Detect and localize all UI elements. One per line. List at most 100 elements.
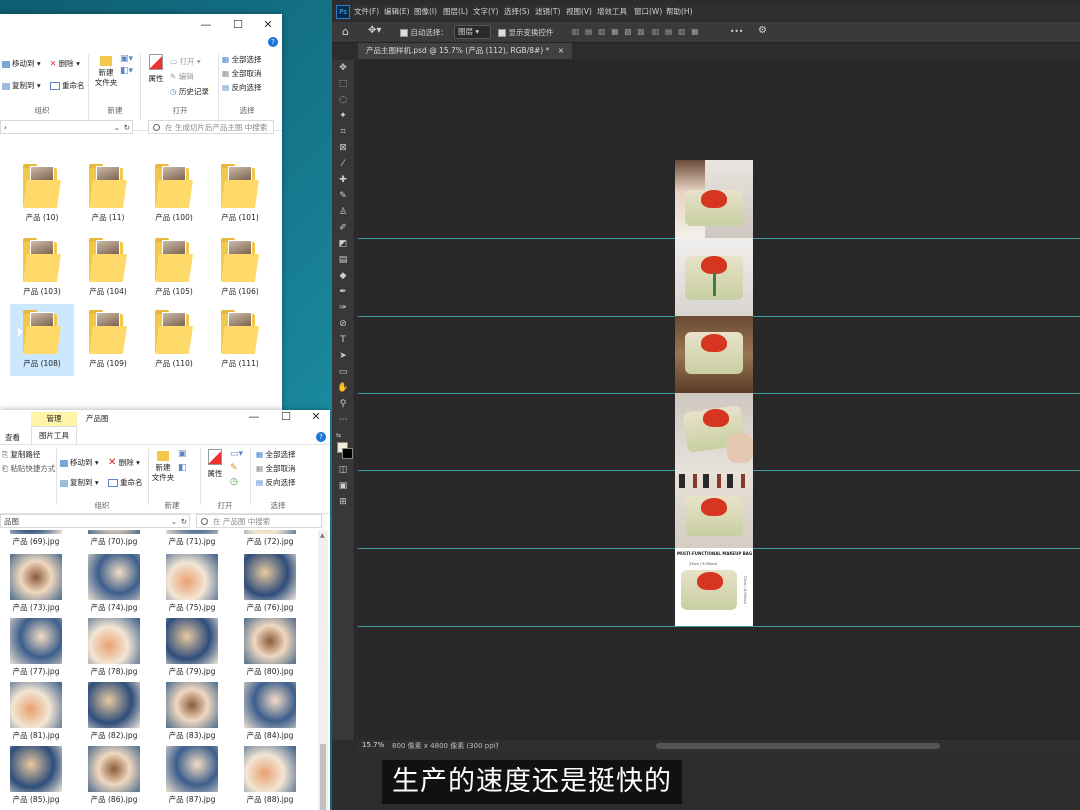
minimize-button[interactable]: — bbox=[238, 410, 270, 428]
show-transform-checkbox[interactable]: 显示变换控件 bbox=[498, 27, 553, 38]
copy-to-button[interactable]: 复制到 ▾ bbox=[2, 80, 41, 91]
folder-item[interactable]: 产品 (104) bbox=[76, 232, 140, 304]
history-icon[interactable]: ◷ bbox=[230, 477, 238, 487]
image-thumbnail[interactable]: 产品 (87).jpg bbox=[160, 744, 224, 808]
image-thumbnail[interactable]: 产品 (88).jpg bbox=[238, 744, 302, 808]
menu-edit[interactable]: 编辑(E) bbox=[384, 6, 410, 17]
move-tool-icon[interactable]: ✥▾ bbox=[368, 25, 381, 36]
menu-view[interactable]: 视图(V) bbox=[566, 6, 592, 17]
screen-mode-icon[interactable]: ▣ bbox=[337, 480, 349, 492]
image-thumbnail[interactable]: 产品 (85).jpg bbox=[4, 744, 68, 808]
hand-tool-icon[interactable]: ✋ bbox=[337, 382, 349, 394]
home-icon[interactable]: ⌂ bbox=[342, 25, 349, 38]
image-thumbnail[interactable]: 产品 (76).jpg bbox=[238, 552, 302, 616]
magic-wand-tool-icon[interactable]: ✦ bbox=[337, 110, 349, 122]
align-icons[interactable]: ▥▤▥▦▧▨ bbox=[572, 27, 651, 36]
menu-plugins[interactable]: 增效工具 bbox=[597, 6, 627, 17]
select-all-button[interactable]: ▦ 全部选择 bbox=[222, 54, 261, 65]
pen-alt-icon[interactable]: ⊘ bbox=[337, 318, 349, 330]
easy-access-icon[interactable]: ◧ bbox=[178, 463, 187, 473]
search-box[interactable]: 在 生成切片后产品主图 中搜索 bbox=[148, 120, 274, 134]
image-thumbnail[interactable]: 产品 (75).jpg bbox=[160, 552, 224, 616]
history-brush-icon[interactable]: ✐ bbox=[337, 222, 349, 234]
new-item-icon[interactable]: ▣▾ bbox=[120, 54, 133, 64]
close-button[interactable]: ✕ bbox=[300, 410, 330, 428]
pen-tool-icon[interactable]: ✑ bbox=[337, 302, 349, 314]
paste-shortcut-button[interactable]: ⎗ 粘贴快捷方式 bbox=[2, 463, 55, 474]
more-tools-icon[interactable]: ⋯ bbox=[337, 414, 349, 426]
menu-filter[interactable]: 滤镜(T) bbox=[535, 6, 560, 17]
help-icon[interactable]: ? bbox=[316, 432, 326, 442]
image-thumbnail[interactable]: 产品 (78).jpg bbox=[82, 616, 146, 680]
scrollbar-thumb[interactable] bbox=[320, 744, 326, 810]
folder-item[interactable]: 产品 (100) bbox=[142, 158, 206, 230]
image-thumbnail[interactable]: 产品 (69).jpg bbox=[4, 530, 68, 550]
image-thumbnail[interactable]: 产品 (81).jpg bbox=[4, 680, 68, 744]
move-to-button[interactable]: 移动到 ▾ bbox=[60, 457, 99, 468]
document-tab[interactable]: 产品主图样机.psd @ 15.7% (产品 (112), RGB/8#) * … bbox=[358, 43, 573, 59]
folder-item[interactable]: 产品 (109) bbox=[76, 304, 140, 376]
image-thumbnail[interactable]: 产品 (77).jpg bbox=[4, 616, 68, 680]
background-color-swatch[interactable] bbox=[342, 448, 353, 459]
path-select-icon[interactable]: ➤ bbox=[337, 350, 349, 362]
menu-select[interactable]: 选择(S) bbox=[504, 6, 530, 17]
menu-type[interactable]: 文字(Y) bbox=[473, 6, 498, 17]
help-icon[interactable]: ? bbox=[268, 37, 278, 47]
copy-path-button[interactable]: ⎘ 复制路径 bbox=[2, 449, 40, 460]
edit-icon[interactable]: ✎ bbox=[230, 463, 238, 473]
maximize-button[interactable]: ☐ bbox=[270, 410, 302, 428]
rectangle-tool-icon[interactable]: ▭ bbox=[337, 366, 349, 378]
select-none-button[interactable]: ▦ 全部取消 bbox=[222, 68, 261, 79]
marquee-tool-icon[interactable]: ⬚ bbox=[337, 78, 349, 90]
image-thumbnail[interactable]: 产品 (80).jpg bbox=[238, 616, 302, 680]
image-thumbnail[interactable]: 产品 (73).jpg bbox=[4, 552, 68, 616]
image-thumbnail[interactable]: 产品 (79).jpg bbox=[160, 616, 224, 680]
eyedropper-tool-icon[interactable]: ⁄ bbox=[337, 158, 349, 170]
distribute-icons[interactable]: ▥▤▥▦ bbox=[652, 27, 704, 36]
canvas-area[interactable]: MULTI-FUNCTIONAL MAKEUP BAG 23cm / 9.05i… bbox=[358, 60, 1080, 740]
history-button[interactable]: ◷ 历史记录 bbox=[170, 86, 209, 97]
invert-selection-button[interactable]: ▤ 反向选择 bbox=[256, 477, 295, 488]
image-thumbnail[interactable]: 产品 (84).jpg bbox=[238, 680, 302, 744]
folder-item[interactable]: 产品 (10) bbox=[10, 158, 74, 230]
menu-window[interactable]: 窗口(W) bbox=[634, 6, 662, 17]
address-bar[interactable]: 品图 ⌄ ↻ bbox=[0, 514, 190, 528]
close-button[interactable]: ✕ bbox=[252, 14, 282, 36]
folder-item[interactable]: 产品 (108) bbox=[10, 304, 74, 376]
refresh-icon[interactable]: ↻ bbox=[181, 515, 187, 529]
zoom-tool-icon[interactable]: ⚲ bbox=[337, 398, 349, 410]
horizontal-scrollbar[interactable] bbox=[656, 743, 940, 749]
more-options-button[interactable]: ••• bbox=[730, 27, 743, 36]
type-tool-icon[interactable]: T bbox=[337, 334, 349, 346]
open-icon[interactable]: ▭▾ bbox=[230, 449, 243, 459]
frame-tool-icon[interactable]: ⊠ bbox=[337, 142, 349, 154]
gear-icon[interactable]: ⚙ bbox=[758, 25, 767, 36]
folder-item[interactable]: 产品 (101) bbox=[208, 158, 272, 230]
auto-select-checkbox[interactable]: 自动选择： bbox=[400, 27, 448, 38]
eraser-tool-icon[interactable]: ◩ bbox=[337, 238, 349, 250]
gradient-tool-icon[interactable]: ▤ bbox=[337, 254, 349, 266]
menu-file[interactable]: 文件(F) bbox=[354, 6, 379, 17]
open-button[interactable]: ▭ 打开 ▾ bbox=[170, 56, 201, 67]
image-thumbnail[interactable]: 产品 (86).jpg bbox=[82, 744, 146, 808]
folder-item[interactable]: 产品 (110) bbox=[142, 304, 206, 376]
select-all-button[interactable]: ▦ 全部选择 bbox=[256, 449, 295, 460]
image-thumbnail[interactable]: 产品 (74).jpg bbox=[82, 552, 146, 616]
layer-mode-select[interactable]: 图层 ▾ bbox=[454, 25, 491, 39]
menu-layer[interactable]: 图层(L) bbox=[443, 6, 468, 17]
status-menu-arrow[interactable]: › bbox=[496, 740, 499, 748]
scrollbar[interactable]: ▲ bbox=[318, 530, 328, 810]
maximize-button[interactable]: ☐ bbox=[222, 14, 254, 36]
folder-item[interactable]: 产品 (111) bbox=[208, 304, 272, 376]
tab-view[interactable]: 查看 bbox=[5, 432, 20, 443]
image-thumbnail[interactable]: 产品 (71).jpg bbox=[160, 530, 224, 550]
scroll-up-icon[interactable]: ▲ bbox=[320, 532, 325, 539]
move-tool-icon[interactable]: ✥ bbox=[337, 62, 349, 74]
rename-button[interactable]: 重命名 bbox=[50, 80, 85, 91]
folder-item[interactable]: 产品 (11) bbox=[76, 158, 140, 230]
zoom-level[interactable]: 15.7% bbox=[362, 741, 384, 749]
properties-button[interactable]: 属性 bbox=[146, 54, 166, 84]
address-dropdown-icon[interactable]: ⌄ bbox=[114, 121, 120, 135]
dodge-tool-icon[interactable]: ✒ bbox=[337, 286, 349, 298]
delete-button[interactable]: ✕ 删除 ▾ bbox=[108, 457, 140, 468]
